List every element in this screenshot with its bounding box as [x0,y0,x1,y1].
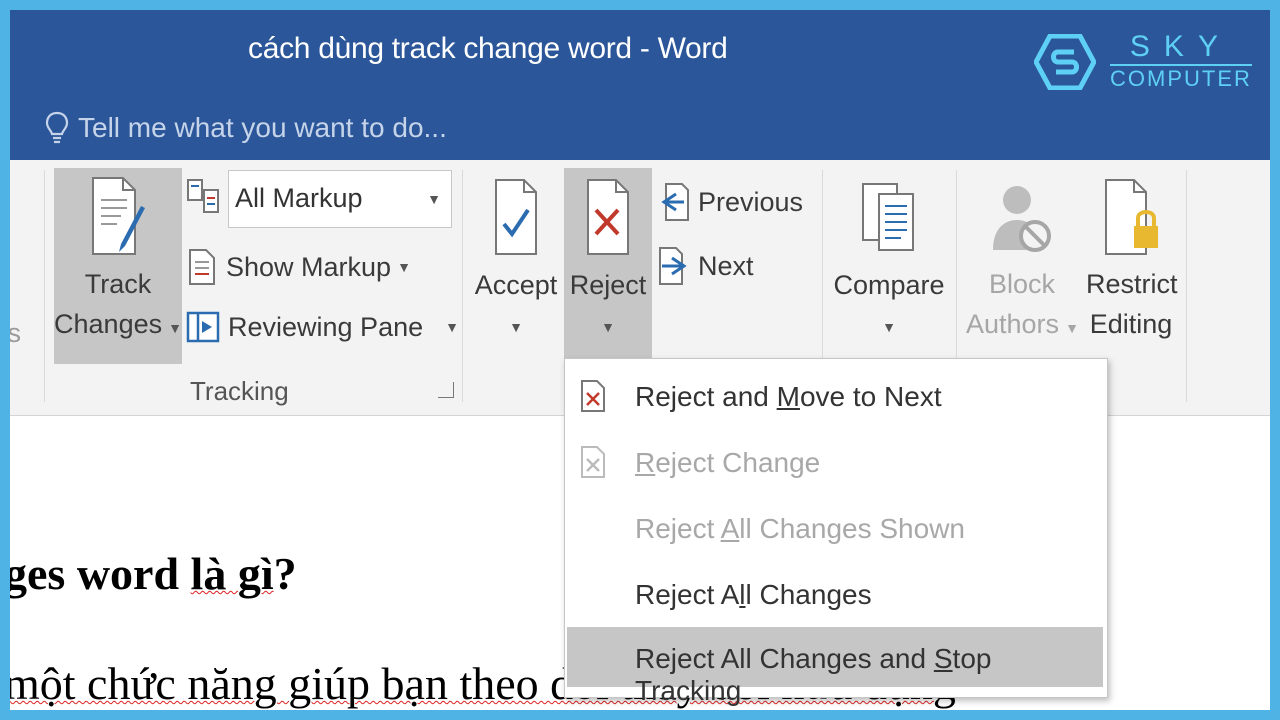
show-markup-icon [189,249,215,285]
next-button[interactable]: Next [658,246,754,286]
menu-item-reject-and-move-to-next[interactable]: Reject and Move to Next [565,365,1107,425]
dropdown-arrow: ▼ [1065,320,1079,336]
tell-me-search[interactable]: Tell me what you want to do... [44,110,447,146]
dropdown-arrow: ▼ [445,319,459,335]
restrict-editing-button[interactable]: Restrict Editing [1086,168,1178,364]
mi1-post: eject Change [655,447,821,478]
mi2-post: ll Changes Shown [739,513,965,544]
restrict-editing-icon [1105,179,1158,255]
track-changes-label-1: Track [84,269,152,299]
display-review-icon [187,179,219,213]
mi2-pre: Reject [635,513,721,544]
menu-item-reject-all-changes-shown[interactable]: Reject All Changes Shown [565,497,1107,557]
menu-item-reject-all-and-stop-tracking[interactable]: Reject All Changes and Stop Tracking [567,627,1103,706]
separator [44,170,45,402]
track-changes-label-2-wrap: Changes ▼ [54,304,182,348]
compare-label: Compare [833,270,945,300]
reviewing-pane-icon [186,311,220,343]
next-label: Next [698,250,754,281]
logo-mark-icon [1034,34,1096,90]
dropdown-arrow: ▼ [882,319,896,335]
reject-button[interactable]: Reject ▼ [564,168,652,364]
reject-label: Reject [569,270,647,300]
previous-button[interactable]: Previous [658,182,803,222]
accept-icon [495,179,537,255]
markup-dropdown[interactable]: All Markup ▼ [228,170,452,228]
tell-me-text: Tell me what you want to do... [78,112,447,143]
dropdown-arrow: ▼ [397,259,411,275]
accept-button[interactable]: Accept ▼ [474,168,558,364]
sky-computer-logo: SKY COMPUTER [1034,32,1252,92]
show-markup-label: Show Markup [226,251,392,282]
mi0-pre: Reject and [635,381,777,412]
track-changes-icon [92,177,145,255]
next-icon [659,247,687,285]
dropdown-arrow: ▼ [601,319,615,335]
title-bar: cách dùng track change word - Word Tell … [10,10,1270,160]
mi4-key: S [933,643,953,674]
dropdown-arrow: ▼ [509,319,523,335]
mi1-key: R [635,447,656,478]
mi3-pre: Reject A [635,579,740,610]
paragraph-part-a: một chức năng giúp bạn theo [10,658,551,709]
track-changes-label-2: Changes [54,309,163,339]
menu-item-reject-all-changes[interactable]: Reject All Changes [565,563,1107,623]
reject-icon [587,179,629,255]
reject-change-icon [581,446,605,478]
mi3-post: l Changes [745,579,872,610]
compare-icon [862,183,914,251]
separator [1186,170,1187,402]
heading-part-c: ? [273,548,297,599]
tracking-group-label: Tracking [190,376,289,406]
block-authors-label-1: Block [988,269,1056,299]
show-markup-button[interactable]: Show Markup ▼ [186,248,411,286]
word-window: cách dùng track change word - Word Tell … [10,10,1270,710]
mi0-post: ove to Next [799,381,942,412]
menu-item-reject-change[interactable]: Reject Change [565,431,1107,491]
previous-label: Previous [698,186,804,217]
block-authors-label-2: Authors [966,309,1060,339]
partial-group-label: ts [10,318,22,348]
document-heading: ges word là gì? [10,547,297,600]
heading-part-a: ges word [10,548,191,599]
mi0-key: M [776,381,800,412]
separator [462,170,463,402]
accept-label: Accept [474,270,558,300]
previous-icon [661,183,689,221]
block-authors-label-2-wrap: Authors ▼ [966,304,1079,348]
brand-computer: COMPUTER [1110,66,1252,91]
markup-dropdown-value: All Markup [235,183,363,213]
restrict-editing-label-1: Restrict [1086,269,1178,299]
reject-and-move-icon [581,380,605,412]
block-authors-button[interactable]: Block Authors ▼ [966,168,1079,364]
lightbulb-icon [45,111,69,144]
heading-part-b: là gì [190,548,274,599]
reviewing-pane-label: Reviewing Pane [228,311,424,342]
reject-dropdown-menu: Reject and Move to Next Reject Change Re… [564,358,1108,706]
dropdown-arrow: ▼ [427,191,441,207]
restrict-editing-label-2: Editing [1089,309,1173,339]
brand-sky: SKY [1110,32,1252,66]
mi2-key: A [720,513,740,544]
compare-button[interactable]: Compare ▼ [830,168,948,364]
reviewing-pane-button[interactable]: Reviewing Pane ▼ [186,310,459,344]
block-authors-icon [993,186,1051,252]
dialog-launcher-icon[interactable] [438,382,454,398]
mi4-pre: Reject All Changes and [635,643,934,674]
window-title: cách dùng track change word - Word [248,32,728,65]
track-changes-button[interactable]: Track Changes ▼ [54,168,182,364]
dropdown-arrow: ▼ [168,320,182,336]
